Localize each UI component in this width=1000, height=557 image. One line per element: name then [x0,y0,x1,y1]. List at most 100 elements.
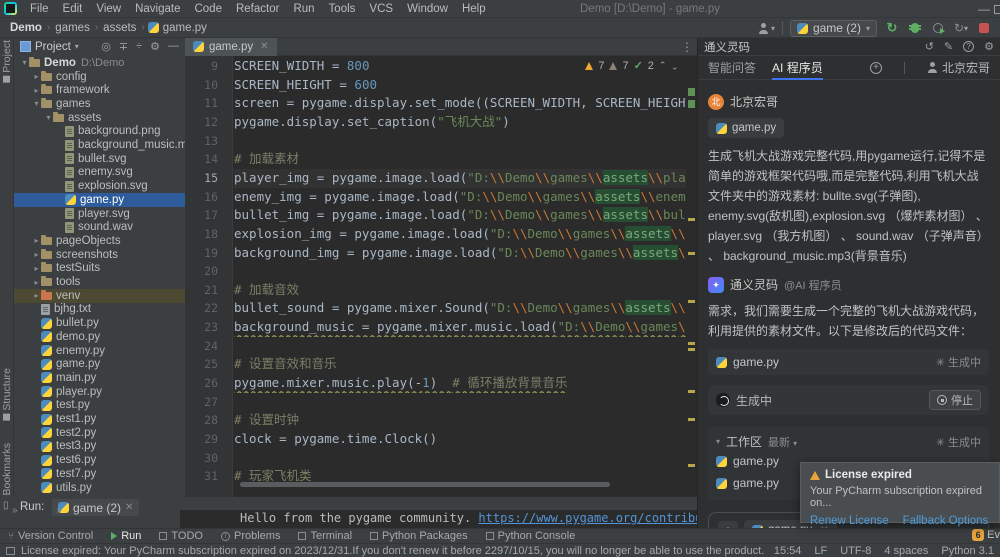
menu-tools[interactable]: Tools [322,0,363,18]
toolwindow-problems[interactable]: !Problems [221,530,280,542]
toolwindow-todo[interactable]: TODO [159,530,203,542]
menu-edit[interactable]: Edit [56,0,90,18]
settings-gear-icon[interactable]: ⚙ [150,40,160,53]
project-panel-title[interactable]: Project [35,41,71,53]
event-log-badge[interactable]: 6Ev [972,529,1000,541]
line-number[interactable]: 14 [204,150,218,169]
code-line-23[interactable]: background_music = pygame.mixer.music.lo… [234,318,686,337]
run-configuration-selector[interactable]: game (2) ▾ [790,20,877,37]
stripe-mark[interactable] [688,390,695,393]
generated-file-row[interactable]: game.py ✳生成中 [708,349,989,375]
line-separator-widget[interactable]: LF [814,545,827,557]
code-line-13[interactable] [234,132,686,151]
toolwindow-python-console[interactable]: Python Console [486,530,576,542]
stripe-mark[interactable] [688,88,695,96]
line-number[interactable]: 10 [204,76,218,95]
line-number[interactable]: 27 [204,393,218,412]
code-line-28[interactable]: # 设置时钟 [234,411,686,430]
menu-run[interactable]: Run [286,0,321,18]
code-line-22[interactable]: bullet_sound = pygame.mixer.Sound("D:\\D… [234,299,686,318]
chevron-down-icon[interactable]: ▾ [20,58,29,67]
chevron-down-icon[interactable]: ▾ [32,99,41,108]
tree-item-test6.py[interactable]: test6.py [14,453,185,467]
tree-item-games[interactable]: ▾games [14,97,185,111]
console-fold-icons[interactable]: » » [12,505,80,516]
account-button[interactable]: 北京宏哥 [927,59,990,76]
line-number[interactable]: 24 [204,337,218,356]
stripe-mark[interactable] [688,300,695,303]
tool-window-project[interactable]: Project [0,40,14,83]
profile-button[interactable] [930,20,946,36]
tree-item-config[interactable]: ▸config [14,70,185,84]
attached-file-chip[interactable]: game.py [708,118,784,138]
toolwindow-version-control[interactable]: ⑂Version Control [8,530,93,542]
tree-item-Demo[interactable]: ▾DemoD:\Demo [14,56,185,70]
tree-item-framework[interactable]: ▸framework [14,83,185,97]
code-line-10[interactable]: SCREEN_HEIGHT = 600 [234,76,686,95]
minimize-button[interactable]: — [974,2,994,16]
code-line-20[interactable] [234,262,686,281]
locate-file-icon[interactable]: ◎ [101,40,111,53]
line-number[interactable]: 15 [204,169,218,188]
tab-ai-programmer[interactable]: AI 程序员 [772,56,823,80]
tree-item-test1.py[interactable]: test1.py [14,412,185,426]
stop-button[interactable] [976,20,992,36]
line-number[interactable]: 18 [204,225,218,244]
tool-window-structure[interactable]: Structure [0,368,14,421]
debug-button[interactable] [907,20,923,36]
chevron-right-icon[interactable]: ▸ [32,72,41,81]
new-chat-icon[interactable]: ✎ [944,40,953,53]
line-number[interactable]: 26 [204,374,218,393]
tree-item-player.svg[interactable]: player.svg [14,207,185,221]
tree-item-pageObjects[interactable]: ▸pageObjects [14,234,185,248]
layout-icon[interactable] [6,547,15,555]
workspace-filter[interactable]: 最新 ▾ [768,434,797,450]
tree-item-test7.py[interactable]: test7.py [14,467,185,481]
line-number[interactable]: 30 [204,449,218,468]
tree-item-game.py[interactable]: game.py [14,193,185,207]
code-line-14[interactable]: # 加载素材 [234,150,686,169]
close-run-tab-icon[interactable]: ✕ [125,502,133,513]
add-session-icon[interactable]: + [870,62,882,74]
tree-item-bullet.py[interactable]: bullet.py [14,316,185,330]
panel-options-icon[interactable]: ⋮ [681,40,697,54]
chevron-right-icon[interactable]: ▸ [32,86,41,95]
line-number[interactable]: 22 [204,299,218,318]
toolwindow-python-packages[interactable]: Python Packages [370,530,468,542]
fallback-options-link[interactable]: Fallback Options [903,515,989,527]
menu-navigate[interactable]: Navigate [128,0,187,18]
tree-item-background_music.mp3[interactable]: background_music.mp3 [14,138,185,152]
error-stripe[interactable] [686,56,697,497]
code-line-15[interactable]: player_img = pygame.image.load("D:\\Demo… [234,169,686,188]
code-line-25[interactable]: # 设置音效和音乐 [234,355,686,374]
inspections-widget[interactable]: 7 7 ✓2 ⌃ ⌃ [585,59,679,72]
divider-icon[interactable]: ÷ [136,40,142,53]
add-context-button[interactable]: + [718,521,738,528]
stripe-mark[interactable] [688,342,695,345]
code-line-16[interactable]: enemy_img = pygame.image.load("D:\\Demo\… [234,188,686,207]
history-icon[interactable]: ↺ [925,40,934,53]
stripe-mark[interactable] [688,418,695,421]
code-line-18[interactable]: explosion_img = pygame.image.load("D:\\D… [234,225,686,244]
pygame-link[interactable]: https://www.pygame.org/contribute.html [478,511,697,525]
tree-item-enemy.py[interactable]: enemy.py [14,344,185,358]
menu-code[interactable]: Code [187,0,229,18]
menu-refactor[interactable]: Refactor [229,0,286,18]
tree-item-venv[interactable]: ▸venv [14,289,185,303]
line-number[interactable]: 13 [204,132,218,151]
chevron-right-icon[interactable]: ▸ [32,250,41,259]
run-button[interactable]: ↻ [884,20,900,36]
menu-help[interactable]: Help [455,0,493,18]
line-number[interactable]: 12 [204,113,218,132]
renew-license-link[interactable]: Renew License [810,515,889,527]
collaboration-button[interactable]: ▾ [758,23,775,34]
toolwindow-terminal[interactable]: Terminal [298,530,352,542]
tree-item-utils.py[interactable]: utils.py [14,481,185,495]
tree-item-game.py[interactable]: game.py [14,357,185,371]
interpreter-widget[interactable]: Python 3.1 [941,545,994,557]
wrench-icon[interactable]: ⚙ [984,40,994,53]
code-line-19[interactable]: background_img = pygame.image.load("D:\\… [234,244,686,263]
coverage-button[interactable]: ↻▾ [953,20,969,36]
code-line-24[interactable] [234,337,686,356]
breadcrumb-item[interactable]: Demo [8,22,44,34]
